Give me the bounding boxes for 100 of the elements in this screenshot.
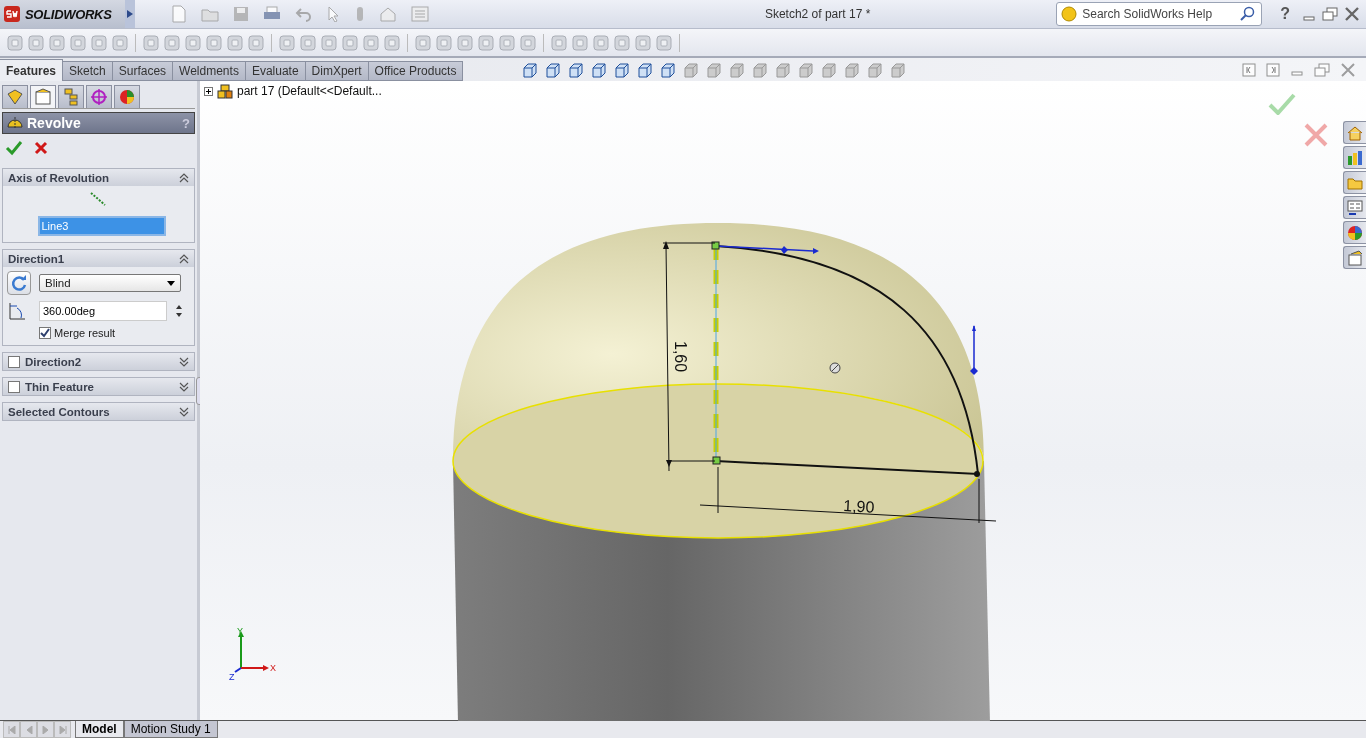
model-tab[interactable]: Motion Study 1 xyxy=(123,721,218,738)
reverse-direction-button[interactable] xyxy=(7,271,31,295)
restore-icon[interactable] xyxy=(1322,7,1338,21)
tool-icon[interactable] xyxy=(383,33,401,52)
folder-icon[interactable] xyxy=(201,6,219,22)
options-icon[interactable] xyxy=(379,6,397,22)
dimension-label[interactable]: 1,90 xyxy=(842,497,875,516)
tool-icon[interactable] xyxy=(414,33,432,52)
tool-icon[interactable] xyxy=(362,33,380,52)
tool-icon[interactable] xyxy=(571,33,589,52)
model-tab[interactable]: Model xyxy=(75,721,124,738)
feature-manager-tab[interactable] xyxy=(2,85,28,108)
restore-icon[interactable] xyxy=(1314,62,1330,77)
tool-icon[interactable] xyxy=(592,33,610,52)
tool-icon[interactable] xyxy=(498,33,516,52)
property-manager-tab[interactable] xyxy=(30,85,56,108)
ok-check-icon[interactable] xyxy=(5,140,23,156)
checkbox[interactable] xyxy=(39,327,51,339)
undo-icon[interactable] xyxy=(295,6,313,22)
section-header[interactable]: Direction2 xyxy=(3,353,194,370)
cancel-x-icon[interactable] xyxy=(1304,123,1328,147)
tool-icon[interactable] xyxy=(299,33,317,52)
tool-icon[interactable] xyxy=(550,33,568,52)
view-cube-icon[interactable] xyxy=(567,60,586,79)
tool-icon[interactable] xyxy=(27,33,45,52)
tool-icon[interactable] xyxy=(477,33,495,52)
tool-icon[interactable] xyxy=(226,33,244,52)
tool-icon[interactable] xyxy=(247,33,265,52)
close-icon[interactable] xyxy=(1344,7,1360,21)
tool-icon[interactable] xyxy=(320,33,338,52)
command-tab[interactable]: Office Products xyxy=(368,61,464,81)
command-tab[interactable]: DimXpert xyxy=(305,61,369,81)
save-icon[interactable] xyxy=(233,6,249,22)
section-title: Direction1 xyxy=(8,252,66,265)
expand-chevron-icon[interactable] xyxy=(179,381,189,392)
confirm-check-icon[interactable] xyxy=(1268,93,1296,115)
command-tab[interactable]: Features xyxy=(0,59,64,81)
solidworks-logo[interactable]: SOLIDWORKS xyxy=(0,0,125,28)
dimxpert-manager-tab[interactable] xyxy=(86,85,112,108)
custom-properties-tab[interactable] xyxy=(1343,246,1366,269)
new-document-icon[interactable] xyxy=(171,5,187,23)
tool-icon[interactable] xyxy=(69,33,87,52)
view-cube-icon[interactable] xyxy=(544,60,563,79)
cursor-icon[interactable] xyxy=(327,6,341,22)
view-cube-icon[interactable] xyxy=(590,60,609,79)
angle-field[interactable]: 360.00deg xyxy=(39,301,167,321)
configuration-manager-tab[interactable] xyxy=(58,85,84,108)
collapse-chevron-icon[interactable] xyxy=(179,172,189,183)
command-tab[interactable]: Weldments xyxy=(173,61,246,81)
section-header[interactable]: Axis of Revolution xyxy=(3,169,194,186)
tool-icon[interactable] xyxy=(142,33,160,52)
tool-icon[interactable] xyxy=(184,33,202,52)
tool-icon[interactable] xyxy=(456,33,474,52)
section-header[interactable]: Direction1 xyxy=(3,250,194,267)
tool-icon[interactable] xyxy=(111,33,129,52)
tool-icon[interactable] xyxy=(341,33,359,52)
section-header[interactable]: Selected Contours xyxy=(3,403,194,420)
tool-icon[interactable] xyxy=(519,33,537,52)
command-tab[interactable]: Surfaces xyxy=(112,61,174,81)
printer-icon[interactable] xyxy=(263,6,281,22)
end-condition-dropdown[interactable]: Blind xyxy=(39,274,181,292)
home-tab[interactable] xyxy=(1343,121,1366,144)
tool-icon[interactable] xyxy=(634,33,652,52)
tool-icon[interactable] xyxy=(435,33,453,52)
search-bar[interactable]: Search SolidWorks Help xyxy=(1056,2,1263,26)
view-cube-icon[interactable] xyxy=(613,60,632,79)
tool-icon[interactable] xyxy=(278,33,296,52)
view-cube-icon[interactable] xyxy=(636,60,655,79)
dimension-label[interactable]: 1,60 xyxy=(672,341,689,373)
view-palette-tab[interactable] xyxy=(1343,196,1366,219)
spin-buttons[interactable] xyxy=(175,303,183,319)
appearance-manager-tab[interactable] xyxy=(114,85,140,108)
view-cube-icon[interactable] xyxy=(521,60,540,79)
tool-icon[interactable] xyxy=(655,33,673,52)
cancel-x-icon[interactable] xyxy=(33,140,49,156)
command-tab[interactable]: Sketch xyxy=(63,61,113,81)
checkbox[interactable] xyxy=(8,380,20,393)
list-icon[interactable] xyxy=(411,6,429,22)
tool-icon[interactable] xyxy=(6,33,24,52)
command-tab[interactable]: Evaluate xyxy=(245,61,306,81)
expand-icon[interactable] xyxy=(204,86,213,96)
tool-icon[interactable] xyxy=(163,33,181,52)
help-button[interactable]: ? xyxy=(1274,5,1296,23)
split-right-icon[interactable] xyxy=(1266,62,1280,77)
close-icon[interactable] xyxy=(1340,62,1356,77)
capsule-icon[interactable] xyxy=(355,6,365,22)
checkbox[interactable] xyxy=(8,355,20,368)
appearances-tab[interactable] xyxy=(1343,221,1366,244)
tool-icon[interactable] xyxy=(90,33,108,52)
view-cube-icon[interactable] xyxy=(659,60,678,79)
tool-icon[interactable] xyxy=(205,33,223,52)
split-left-icon[interactable] xyxy=(1242,62,1256,77)
section-header[interactable]: Thin Feature xyxy=(3,378,194,395)
tool-icon[interactable] xyxy=(613,33,631,52)
tool-icon[interactable] xyxy=(48,33,66,52)
expand-chevron-icon[interactable] xyxy=(179,356,189,367)
feature-tree-item[interactable]: part 17 (Default<<Default... xyxy=(237,84,382,98)
expand-chevron-icon[interactable] xyxy=(179,406,189,417)
collapse-chevron-icon[interactable] xyxy=(179,253,189,264)
design-library-tab[interactable] xyxy=(1343,146,1366,169)
